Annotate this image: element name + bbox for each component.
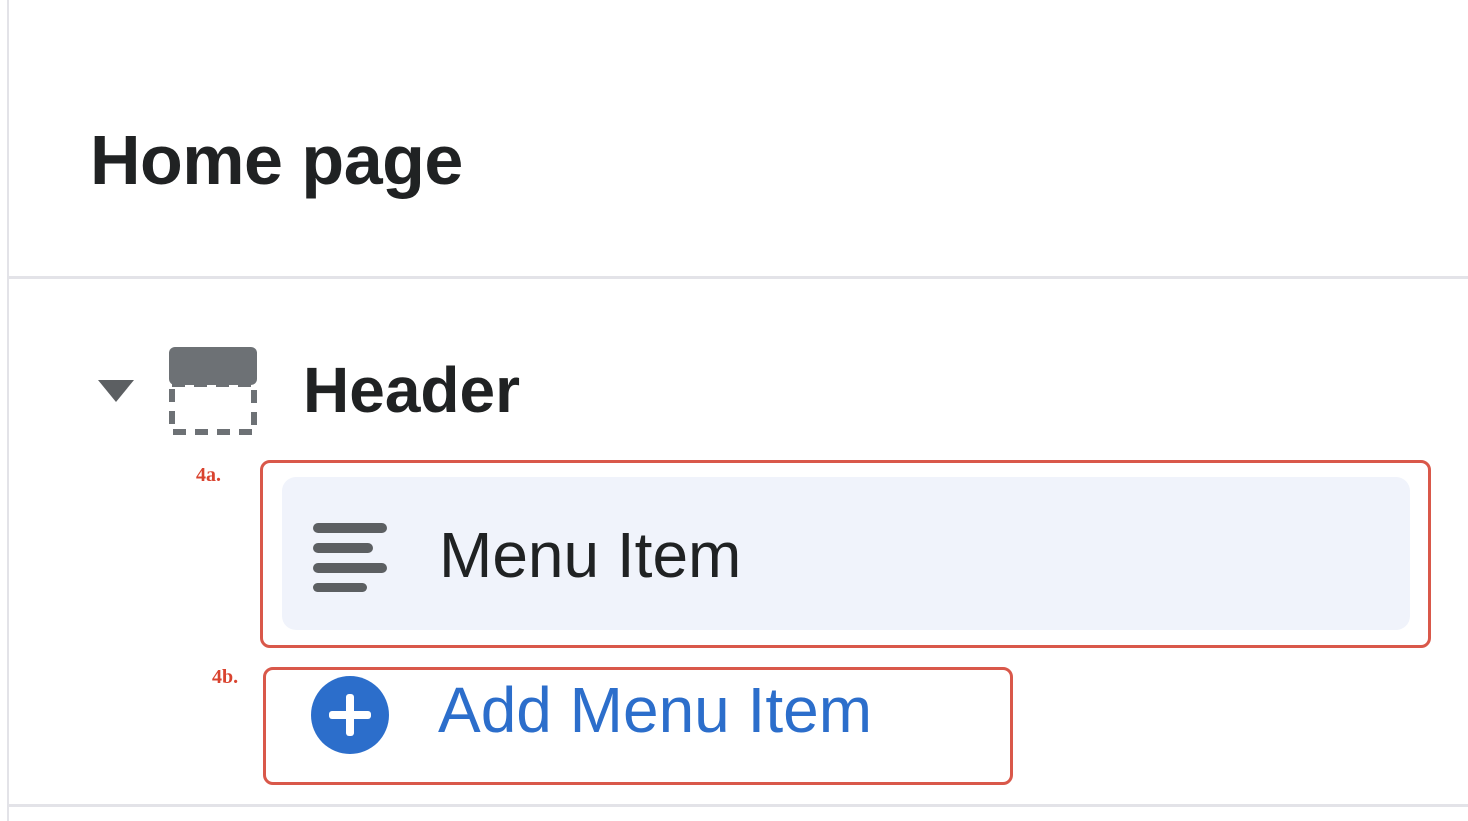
header-divider — [9, 276, 1468, 279]
plus-circle-icon — [311, 676, 389, 754]
menu-item-label: Menu Item — [439, 519, 742, 591]
section-header-row[interactable]: Header — [90, 340, 790, 440]
header-section-icon — [169, 347, 257, 435]
menu-item-row[interactable]: Menu Item — [282, 477, 1410, 630]
add-menu-item-button[interactable]: Add Menu Item — [305, 672, 1005, 754]
annotation-label-4b: 4b. — [212, 666, 239, 688]
page-title: Home page — [90, 121, 463, 199]
section-title: Header — [303, 354, 520, 426]
page-header: Home page — [9, 0, 1468, 276]
text-align-left-icon — [313, 523, 387, 592]
add-menu-item-label: Add Menu Item — [438, 674, 872, 746]
footer-divider — [9, 804, 1468, 807]
caret-down-icon[interactable] — [96, 378, 136, 406]
annotation-label-4a: 4a. — [196, 464, 221, 486]
